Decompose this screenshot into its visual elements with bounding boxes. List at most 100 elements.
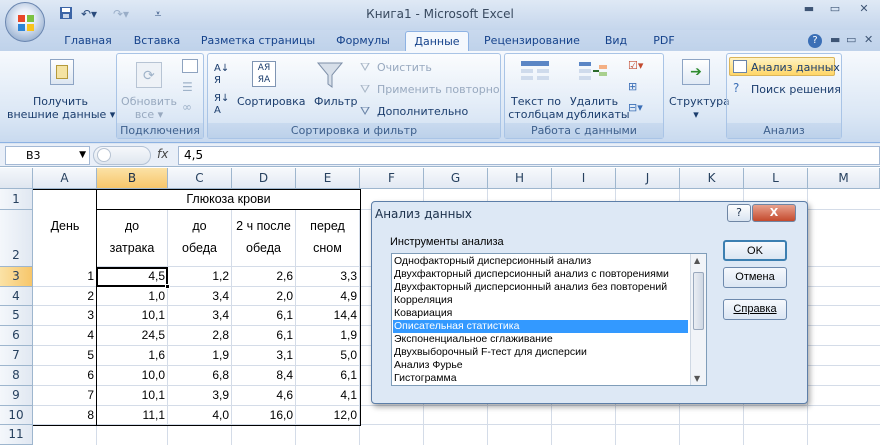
minimize-icon[interactable]: ▬: [796, 0, 822, 18]
list-scrollbar[interactable]: ▲ ▼: [690, 254, 706, 385]
list-item[interactable]: Двухвыборочный F-тест для дисперсии: [393, 346, 688, 359]
cancel-button[interactable]: Отмена: [723, 267, 787, 288]
tab-pdf[interactable]: PDF: [644, 31, 684, 52]
sort-az-icon[interactable]: А↓ Я: [214, 63, 229, 87]
table-cell[interactable]: 2,0: [232, 288, 296, 305]
table-cell[interactable]: 16,0: [232, 407, 296, 424]
list-item[interactable]: Описательная статистика: [393, 320, 688, 333]
table-cell[interactable]: 3,1: [232, 347, 296, 364]
table-cell[interactable]: 4,0: [168, 407, 232, 424]
ribbon-restore-icon[interactable]: ▭: [846, 33, 856, 46]
solver-button[interactable]: Поиск решения: [751, 83, 841, 96]
table-cell[interactable]: 1,6: [97, 347, 168, 364]
list-item[interactable]: Корреляция: [393, 294, 688, 307]
table-cell[interactable]: 1,9: [296, 327, 360, 344]
column-header[interactable]: K: [680, 168, 744, 189]
column-header[interactable]: L: [744, 168, 808, 189]
row-header[interactable]: 6: [0, 326, 33, 346]
sort-za-icon[interactable]: Я↓ А: [214, 93, 229, 117]
list-item[interactable]: Двухфакторный дисперсионный анализ без п…: [393, 281, 688, 294]
tab-formulas[interactable]: Формулы: [328, 31, 398, 52]
table-cell[interactable]: 3,4: [168, 288, 232, 305]
help-button[interactable]: Справка: [723, 299, 787, 320]
list-item[interactable]: Ковариация: [393, 307, 688, 320]
remove-duplicates-button[interactable]: Удалить дубликаты: [566, 95, 630, 121]
row-header[interactable]: 5: [0, 306, 33, 326]
row-header[interactable]: 1: [0, 189, 33, 210]
column-header[interactable]: F: [360, 168, 424, 189]
row-header[interactable]: 4: [0, 287, 33, 306]
edit-links-icon[interactable]: ∞: [182, 100, 198, 114]
connections-icon[interactable]: [182, 59, 198, 73]
select-all-corner[interactable]: [0, 168, 33, 189]
get-external-data-button[interactable]: Получить внешние данные ▾: [7, 95, 115, 121]
table-cell[interactable]: 10,1: [97, 307, 168, 324]
table-cell[interactable]: 6,1: [296, 367, 360, 384]
table-cell[interactable]: 3,3: [296, 268, 360, 285]
column-header[interactable]: D: [232, 168, 296, 189]
table-cell[interactable]: 8: [33, 407, 97, 424]
table-cell[interactable]: 1,2: [168, 268, 232, 285]
table-cell[interactable]: 24,5: [97, 327, 168, 344]
table-cell[interactable]: 6: [33, 367, 97, 384]
table-cell[interactable]: 4,9: [296, 288, 360, 305]
column-header[interactable]: B: [97, 168, 168, 189]
table-cell[interactable]: 8,4: [232, 367, 296, 384]
consolidate-icon[interactable]: ⊞: [628, 80, 658, 93]
ribbon-minimize-icon[interactable]: ▬: [830, 33, 840, 46]
row-header[interactable]: 11: [0, 425, 33, 445]
table-cell[interactable]: 6,8: [168, 367, 232, 384]
list-item[interactable]: Экспоненциальное сглаживание: [393, 333, 688, 346]
table-cell[interactable]: 4,1: [296, 387, 360, 404]
close-window-icon[interactable]: ✕: [848, 0, 880, 18]
table-cell[interactable]: 6,1: [232, 307, 296, 324]
row-header[interactable]: 8: [0, 366, 33, 386]
maximize-icon[interactable]: ▭: [822, 0, 848, 18]
scroll-down-icon[interactable]: ▼: [694, 374, 700, 383]
table-cell[interactable]: 1,0: [97, 288, 168, 305]
table-cell[interactable]: 4: [33, 327, 97, 344]
column-header[interactable]: J: [616, 168, 680, 189]
what-if-icon[interactable]: ⊟▾: [628, 101, 658, 114]
table-cell[interactable]: 3: [33, 307, 97, 324]
column-header[interactable]: I: [552, 168, 616, 189]
name-box-dropdown-icon[interactable]: ▼: [79, 147, 86, 164]
table-cell[interactable]: 5: [33, 347, 97, 364]
dialog-close-icon[interactable]: X: [752, 204, 796, 222]
sort-button[interactable]: Сортировка: [237, 95, 306, 108]
outline-button[interactable]: Структура ▾: [669, 95, 730, 121]
reapply-button[interactable]: Применить повторно: [377, 83, 500, 96]
list-item[interactable]: Гистограмма: [393, 372, 688, 385]
column-header[interactable]: C: [168, 168, 232, 189]
table-cell[interactable]: 1: [33, 268, 97, 285]
table-cell[interactable]: 3,9: [168, 387, 232, 404]
table-cell[interactable]: 2: [33, 288, 97, 305]
table-cell[interactable]: 7: [33, 387, 97, 404]
table-cell[interactable]: 2,6: [232, 268, 296, 285]
column-header[interactable]: G: [424, 168, 488, 189]
list-item[interactable]: Двухфакторный дисперсионный анализ с пов…: [393, 268, 688, 281]
table-cell[interactable]: 5,0: [296, 347, 360, 364]
name-box[interactable]: B3 ▼: [5, 146, 90, 165]
office-button[interactable]: [5, 2, 45, 42]
dialog-help-icon[interactable]: ?: [727, 204, 751, 222]
column-header[interactable]: M: [808, 168, 880, 189]
column-header[interactable]: E: [296, 168, 360, 189]
text-to-columns-button[interactable]: Текст по столбцам: [508, 95, 564, 121]
clear-button[interactable]: Очистить: [377, 61, 432, 74]
scroll-up-icon[interactable]: ▲: [694, 256, 700, 265]
tab-view[interactable]: Вид: [596, 31, 636, 52]
tab-page-layout[interactable]: Разметка страницы: [196, 31, 320, 52]
tab-insert[interactable]: Вставка: [126, 31, 188, 52]
formula-input[interactable]: 4,5: [178, 146, 880, 165]
row-header[interactable]: 9: [0, 386, 33, 406]
filter-button[interactable]: Фильтр: [314, 95, 358, 108]
table-cell[interactable]: 2,8: [168, 327, 232, 344]
table-cell[interactable]: 10,1: [97, 387, 168, 404]
table-cell[interactable]: 3,4: [168, 307, 232, 324]
table-cell[interactable]: 11,1: [97, 407, 168, 424]
row-header[interactable]: 3: [0, 267, 33, 287]
row-header[interactable]: 7: [0, 346, 33, 366]
ribbon-close-icon[interactable]: ✕: [864, 33, 873, 46]
row-header[interactable]: 10: [0, 406, 33, 425]
